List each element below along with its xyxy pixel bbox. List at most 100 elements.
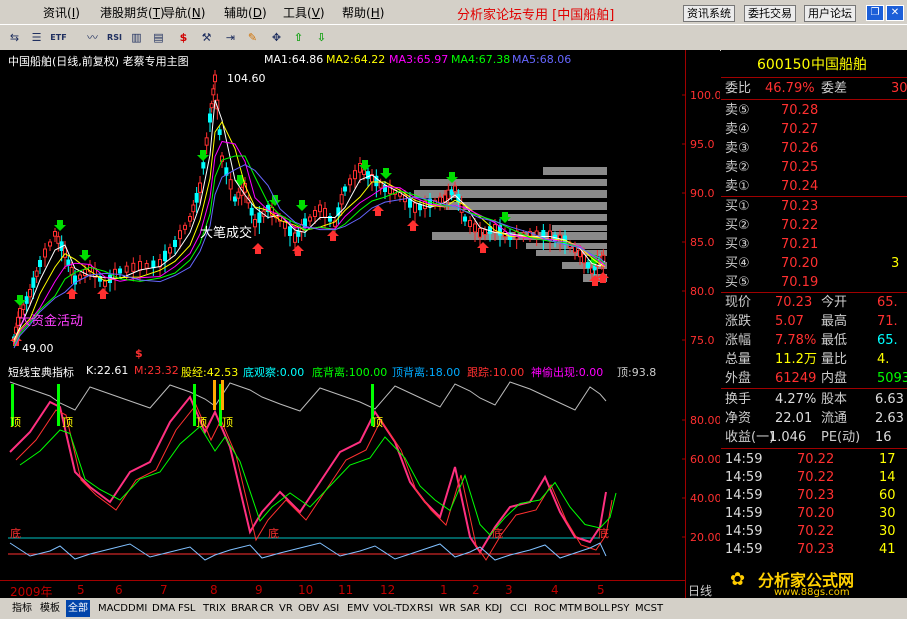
menu-assist[interactable]: 辅助(D) bbox=[224, 4, 267, 21]
stat-label: 涨跌 bbox=[725, 314, 752, 329]
tick-volume: 60 bbox=[879, 488, 896, 503]
date-label: 7 bbox=[160, 583, 168, 597]
stock-code: 600150 bbox=[757, 57, 811, 73]
chart-icon[interactable]: 〰 bbox=[84, 29, 101, 46]
menu-help[interactable]: 帮助(H) bbox=[342, 4, 384, 21]
price-tick: 95.0 bbox=[690, 138, 715, 151]
top-label: 顶 bbox=[372, 416, 383, 429]
high-price-label: 104.60 bbox=[227, 72, 266, 85]
forum-button[interactable]: 用户论坛 bbox=[804, 5, 856, 22]
tools-icon[interactable]: ⚒ bbox=[198, 29, 215, 46]
tab-emv[interactable]: EMV bbox=[345, 600, 371, 617]
indicator-panel[interactable]: 短线宝典指标 K:22.61 M:23.32 股经:42.53 底观察:0.00… bbox=[0, 362, 720, 580]
stat-label: PE(动) bbox=[821, 430, 861, 445]
list-icon[interactable]: ☰ bbox=[28, 29, 45, 46]
daily-tab[interactable]: 日线 bbox=[688, 582, 712, 599]
stat-label: 内盘 bbox=[821, 371, 848, 386]
webi-label: 委比 bbox=[725, 81, 752, 96]
quote-panel: 600150 中国船舶 委比 46.79% 委差 30 卖⑤ 70.28 卖④ 70.… bbox=[721, 50, 907, 598]
menu-futures[interactable]: 港股期货(T) bbox=[100, 4, 165, 21]
stat-value: 70.23 bbox=[775, 295, 813, 310]
info-system-button[interactable]: 资讯系统 bbox=[683, 5, 735, 22]
restore-icon[interactable]: ❐ bbox=[866, 5, 884, 21]
tick-volume: 17 bbox=[879, 452, 896, 467]
big-trade-annotation: 大笔成交 bbox=[200, 226, 253, 241]
quote-row: 买② 70.22 bbox=[721, 216, 907, 235]
move-icon[interactable]: ✥ bbox=[268, 29, 285, 46]
tab-asi[interactable]: ASI bbox=[321, 600, 341, 617]
tab-dma[interactable]: DMA bbox=[150, 600, 177, 617]
tab-boll[interactable]: BOLL bbox=[582, 600, 612, 617]
tab-roc[interactable]: ROC bbox=[532, 600, 558, 617]
quote-row: 14:59 70.22 30 bbox=[721, 522, 907, 541]
trade-button[interactable]: 委托交易 bbox=[744, 5, 796, 22]
stat-label: 流通 bbox=[821, 411, 848, 426]
tab-vol-tdx[interactable]: VOL-TDX bbox=[371, 600, 418, 617]
quote-row: 买① 70.23 bbox=[721, 197, 907, 216]
main-price-chart[interactable]: 中国船舶(日线,前复权) 老蔡专用主图 MA1:64.86 MA2:64.22 … bbox=[0, 50, 720, 362]
tab-wr[interactable]: WR bbox=[437, 600, 458, 617]
quote-row: 买⑤ 70.19 bbox=[721, 273, 907, 292]
pencil-icon[interactable]: ✎ bbox=[244, 29, 261, 46]
bar-chart-icon[interactable]: ▥ bbox=[128, 29, 145, 46]
top-label: 顶 bbox=[222, 416, 233, 429]
tab-fsl[interactable]: FSL bbox=[176, 600, 198, 617]
price-tick: 80.0 bbox=[690, 285, 715, 298]
webi-value: 46.79% bbox=[765, 81, 815, 96]
down-arrow-icon[interactable]: ⇩ bbox=[313, 29, 330, 46]
tab-模板[interactable]: 模板 bbox=[38, 600, 62, 617]
menu-navigate[interactable]: 导航(N) bbox=[163, 4, 205, 21]
tab-obv[interactable]: OBV bbox=[296, 600, 321, 617]
tab-vr[interactable]: VR bbox=[277, 600, 295, 617]
tab-sar[interactable]: SAR bbox=[458, 600, 482, 617]
tab-mtm[interactable]: MTM bbox=[557, 600, 584, 617]
indicator-axis: 80.00 60.00 40.00 20.00 bbox=[682, 414, 720, 544]
tab-trix[interactable]: TRIX bbox=[201, 600, 228, 617]
tick-price: 70.23 bbox=[797, 488, 835, 503]
back-icon[interactable]: ⇆ bbox=[6, 29, 23, 46]
bid-price: 70.19 bbox=[781, 275, 819, 290]
tab-dmi[interactable]: DMI bbox=[126, 600, 149, 617]
indicator-tick: 40.00 bbox=[690, 492, 720, 505]
tab-mcst[interactable]: MCST bbox=[633, 600, 665, 617]
tick-price: 70.22 bbox=[797, 452, 835, 467]
stat-label: 量比 bbox=[821, 352, 848, 367]
stat-value: 16 bbox=[875, 430, 892, 445]
tab-全部[interactable]: 全部 bbox=[66, 600, 90, 617]
weicha-label: 委差 bbox=[821, 81, 848, 96]
etf-icon[interactable]: ETF bbox=[50, 29, 67, 46]
bottom-label: 底 bbox=[268, 527, 279, 540]
tab-cci[interactable]: CCI bbox=[508, 600, 529, 617]
export-icon[interactable]: ⇥ bbox=[222, 29, 239, 46]
tab-rsi[interactable]: RSI bbox=[415, 600, 435, 617]
tab-cr[interactable]: CR bbox=[258, 600, 276, 617]
indicator-tick: 80.00 bbox=[690, 414, 720, 427]
quote-row: 净资 22.01 流通 2.63 bbox=[721, 409, 907, 428]
rsi-icon[interactable]: RSI bbox=[106, 29, 123, 46]
bar-chart-icon-2[interactable]: ▤ bbox=[150, 29, 167, 46]
tab-kdj[interactable]: KDJ bbox=[483, 600, 504, 617]
up-arrow-icon[interactable]: ⇧ bbox=[290, 29, 307, 46]
fund-activity-annotation: 大资金活动 bbox=[18, 314, 84, 329]
top-label: 顶 bbox=[62, 416, 73, 429]
menu-info[interactable]: 资讯(I) bbox=[43, 4, 80, 21]
stat-label: 现价 bbox=[725, 295, 752, 310]
menu-tools[interactable]: 工具(V) bbox=[283, 4, 325, 21]
dollar-icon[interactable]: $ bbox=[175, 29, 192, 46]
bid-label: 买② bbox=[725, 218, 750, 233]
tab-brar[interactable]: BRAR bbox=[229, 600, 260, 617]
date-label: 1 bbox=[440, 583, 448, 597]
price-tick: 85.0 bbox=[690, 236, 715, 249]
stat-value: 65. bbox=[877, 333, 898, 348]
tick-price: 70.23 bbox=[797, 542, 835, 557]
stat-value: 22.01 bbox=[775, 411, 813, 426]
quote-row: 换手 4.27% 股本 6.63 bbox=[721, 390, 907, 409]
tab-psy[interactable]: PSY bbox=[609, 600, 632, 617]
close-icon[interactable]: ✕ bbox=[886, 5, 904, 21]
watermark-url: www.88gs.com bbox=[774, 587, 850, 598]
price-tick: 75.0 bbox=[690, 334, 715, 347]
tab-指标[interactable]: 指标 bbox=[10, 600, 34, 617]
ask-price: 70.26 bbox=[781, 141, 819, 156]
quote-row: 涨幅 7.78% 最低 65. bbox=[721, 331, 907, 350]
tab-macd[interactable]: MACD bbox=[96, 600, 130, 617]
